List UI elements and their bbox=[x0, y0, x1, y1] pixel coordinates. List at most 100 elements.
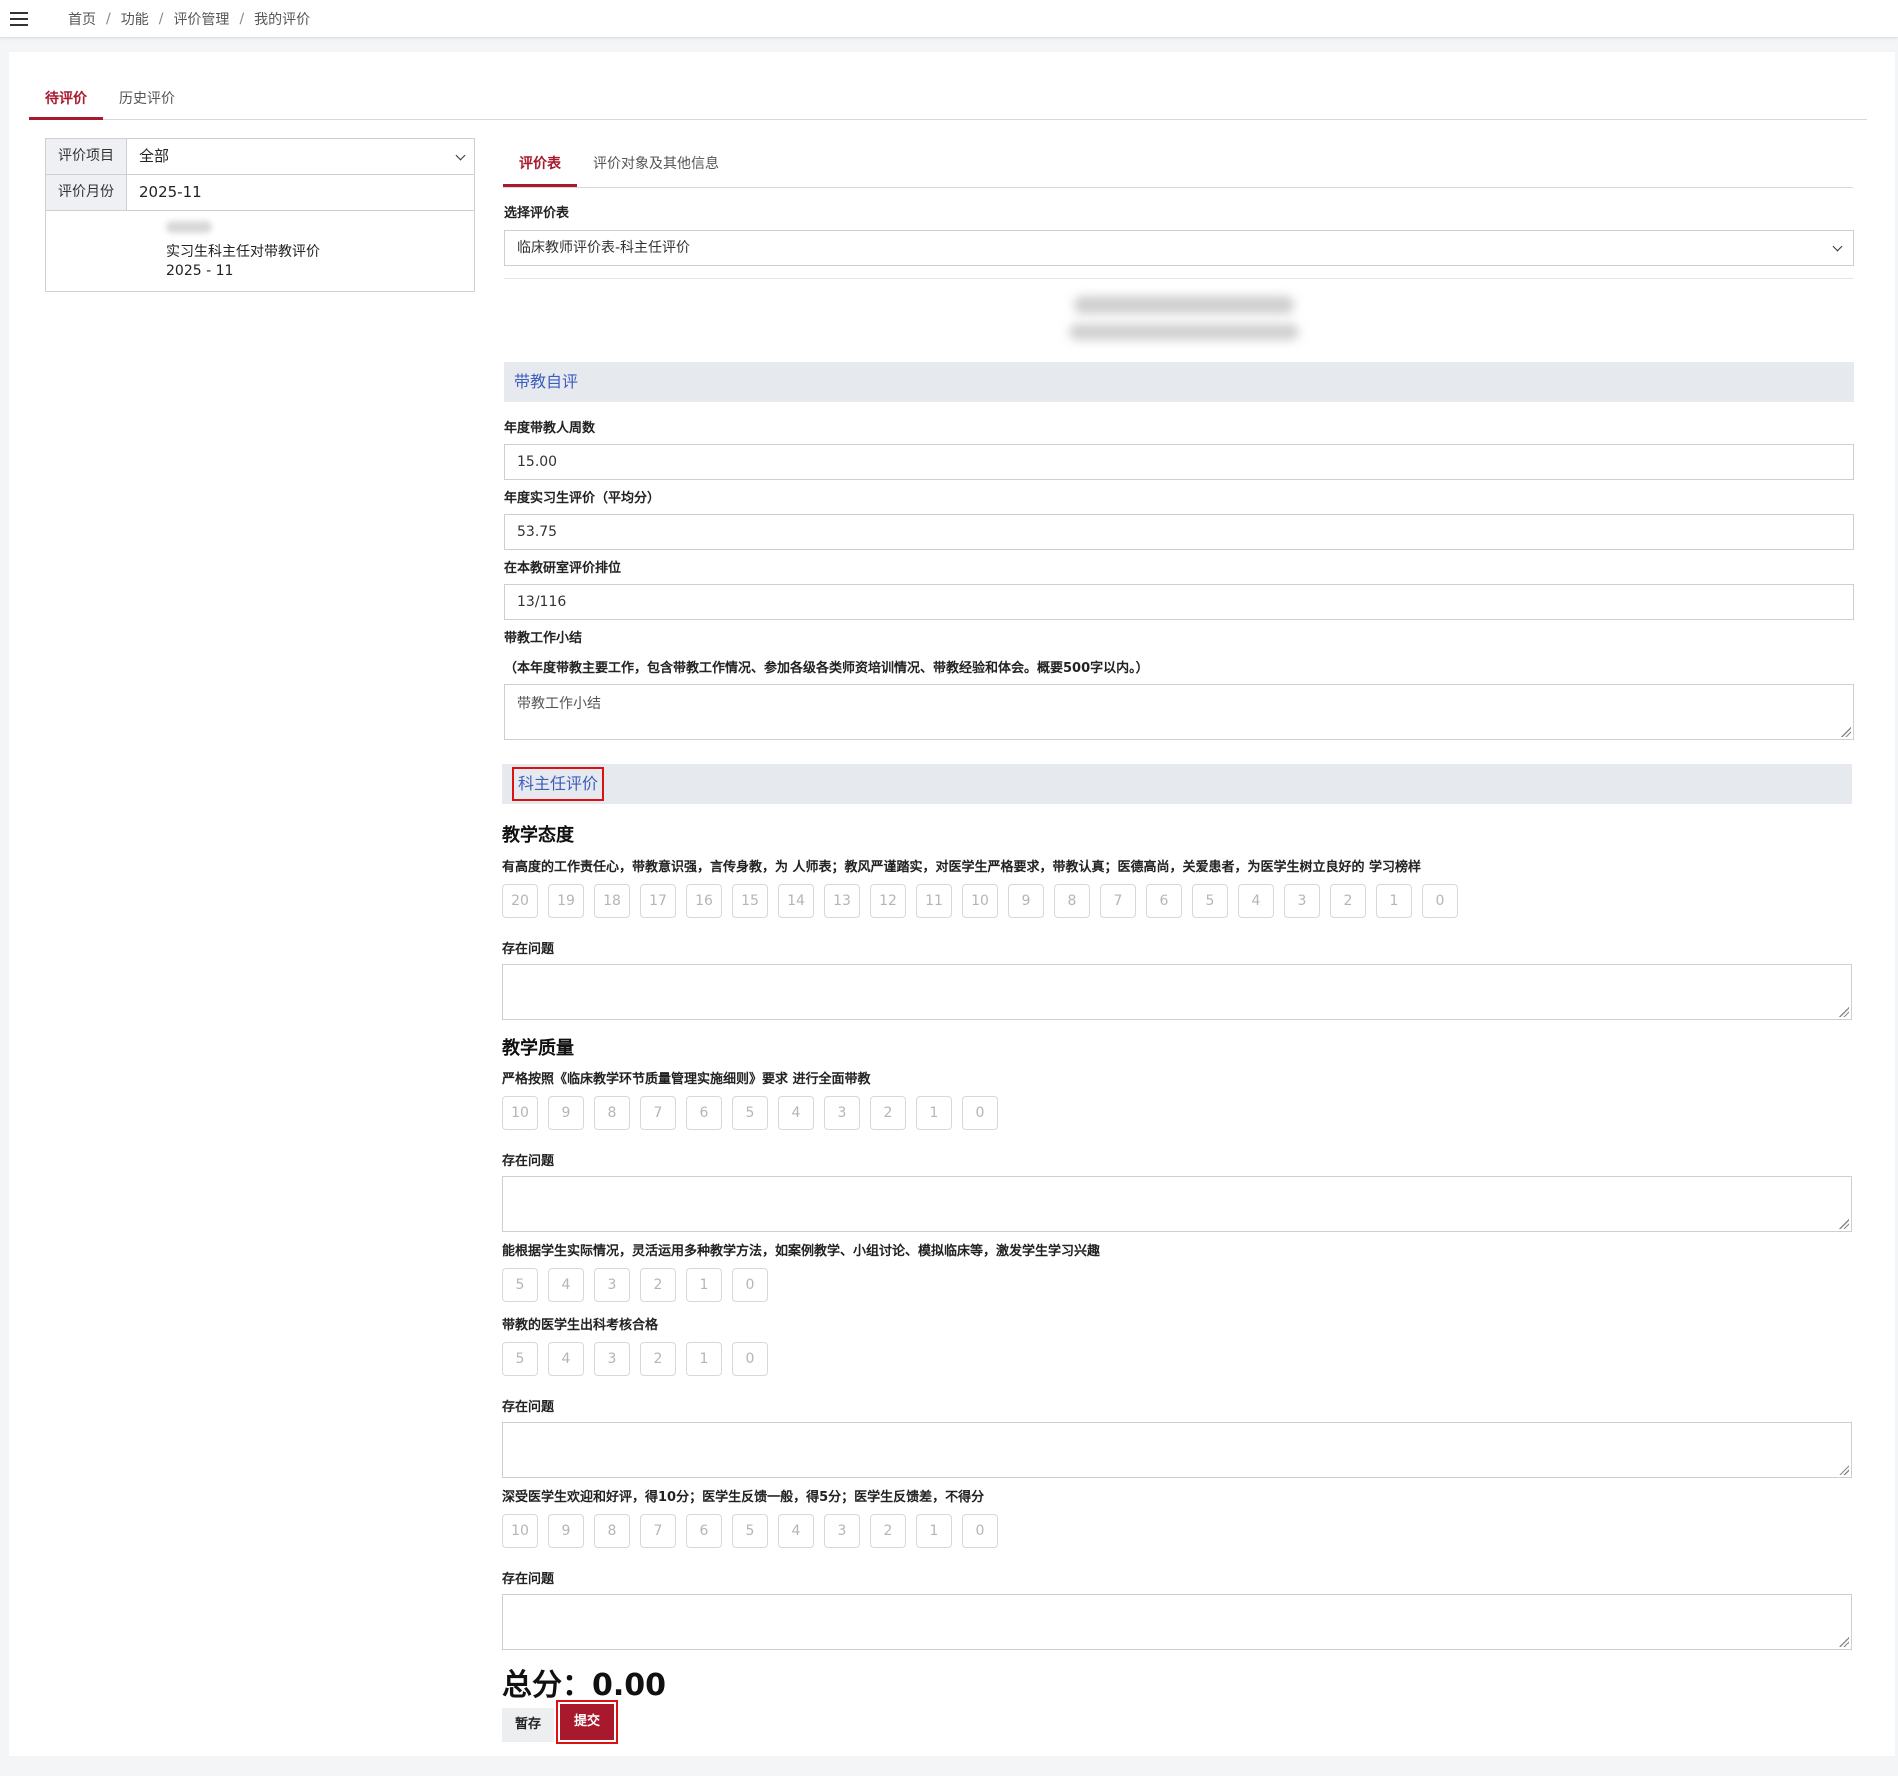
score-option[interactable]: 3 bbox=[824, 1514, 860, 1548]
score-option[interactable]: 6 bbox=[1146, 884, 1182, 918]
score-option[interactable]: 3 bbox=[594, 1342, 630, 1376]
score-option[interactable]: 19 bbox=[548, 884, 584, 918]
month-filter-label: 评价月份 bbox=[46, 175, 127, 210]
score-option[interactable]: 16 bbox=[686, 884, 722, 918]
score-option[interactable]: 7 bbox=[640, 1096, 676, 1130]
form-select[interactable]: 临床教师评价表-科主任评价 bbox=[504, 230, 1854, 266]
rank-input[interactable]: 13/116 bbox=[504, 584, 1854, 620]
score-option[interactable]: 12 bbox=[870, 884, 906, 918]
score-option[interactable]: 4 bbox=[778, 1514, 814, 1548]
criterion-desc: 带教的医学生出科考核合格 bbox=[502, 1318, 659, 1333]
score-option[interactable]: 2 bbox=[870, 1096, 906, 1130]
score-options: 10 9 8 7 6 5 4 3 2 1 0 bbox=[502, 1096, 998, 1130]
score-option[interactable]: 6 bbox=[686, 1096, 722, 1130]
score-option[interactable]: 4 bbox=[548, 1342, 584, 1376]
tab-eval-target[interactable]: 评价对象及其他信息 bbox=[577, 143, 735, 187]
score-option[interactable]: 5 bbox=[502, 1268, 538, 1302]
score-option[interactable]: 2 bbox=[1330, 884, 1366, 918]
score-option[interactable]: 9 bbox=[548, 1096, 584, 1130]
criterion-desc: 深受医学生欢迎和好评，得10分；医学生反馈一般，得5分；医学生反馈差，不得分 bbox=[502, 1490, 985, 1505]
main-tabs: 待评价 历史评价 bbox=[29, 82, 1867, 120]
score-option[interactable]: 18 bbox=[594, 884, 630, 918]
score-option[interactable]: 0 bbox=[962, 1096, 998, 1130]
score-option[interactable]: 2 bbox=[640, 1342, 676, 1376]
chevron-down-icon bbox=[1832, 241, 1843, 252]
weeks-input[interactable]: 15.00 bbox=[504, 444, 1854, 480]
score-option[interactable]: 4 bbox=[778, 1096, 814, 1130]
section-title: 科主任评价 bbox=[512, 767, 605, 801]
resize-handle-icon[interactable] bbox=[1839, 1219, 1849, 1229]
score-option[interactable]: 2 bbox=[870, 1514, 906, 1548]
score-option[interactable]: 10 bbox=[502, 1096, 538, 1130]
score-options: 543210 bbox=[502, 1268, 768, 1302]
tab-pending[interactable]: 待评价 bbox=[29, 82, 103, 120]
summary-label: 带教工作小结 bbox=[504, 631, 583, 646]
score-option[interactable]: 1 bbox=[1376, 884, 1412, 918]
save-draft-button[interactable]: 暂存 bbox=[502, 1708, 554, 1742]
issue-label: 存在问题 bbox=[502, 1400, 555, 1415]
month-filter-row: 评价月份 2025-11 bbox=[45, 174, 475, 210]
month-input[interactable]: 2025-11 bbox=[127, 175, 474, 210]
project-filter-label: 评价项目 bbox=[46, 139, 127, 174]
eval-panel: 评价表 评价对象及其他信息 bbox=[503, 138, 1853, 188]
summary-hint: （本年度带教主要工作，包含带教工作情况、参加各级各类师资培训情况、带教经验和体会… bbox=[504, 661, 1149, 676]
project-select[interactable]: 全部 bbox=[127, 139, 474, 174]
summary-textarea[interactable]: 带教工作小结 bbox=[504, 684, 1854, 740]
score-option[interactable]: 3 bbox=[594, 1268, 630, 1302]
score-option[interactable]: 1 bbox=[916, 1514, 952, 1548]
issue-textarea[interactable] bbox=[502, 1594, 1852, 1650]
issue-textarea[interactable] bbox=[502, 964, 1852, 1020]
score-option[interactable]: 8 bbox=[594, 1514, 630, 1548]
section-title: 带教自评 bbox=[514, 372, 579, 391]
score-option[interactable]: 1 bbox=[686, 1342, 722, 1376]
tab-history[interactable]: 历史评价 bbox=[103, 82, 191, 120]
score-option[interactable]: 0 bbox=[962, 1514, 998, 1548]
score-option[interactable]: 8 bbox=[1054, 884, 1090, 918]
score-option[interactable]: 8 bbox=[594, 1096, 630, 1130]
score-option[interactable]: 11 bbox=[916, 884, 952, 918]
score-option[interactable]: 5 bbox=[502, 1342, 538, 1376]
score-option[interactable]: 5 bbox=[732, 1096, 768, 1130]
score-option[interactable]: 9 bbox=[1008, 884, 1044, 918]
score-option[interactable]: 0 bbox=[732, 1342, 768, 1376]
avg-score-input[interactable]: 53.75 bbox=[504, 514, 1854, 550]
score-option[interactable]: 14 bbox=[778, 884, 814, 918]
score-option[interactable]: 10 bbox=[962, 884, 998, 918]
submit-button[interactable]: 提交 bbox=[560, 1704, 614, 1740]
score-options: 543210 bbox=[502, 1342, 768, 1376]
issue-textarea[interactable] bbox=[502, 1422, 1852, 1478]
score-option[interactable]: 10 bbox=[502, 1514, 538, 1548]
score-option[interactable]: 3 bbox=[1284, 884, 1320, 918]
score-option[interactable]: 3 bbox=[824, 1096, 860, 1130]
menu-icon[interactable] bbox=[10, 11, 28, 26]
score-option[interactable]: 4 bbox=[1238, 884, 1274, 918]
score-option[interactable]: 4 bbox=[548, 1268, 584, 1302]
score-option[interactable]: 15 bbox=[732, 884, 768, 918]
breadcrumb-function[interactable]: 功能 bbox=[121, 9, 149, 29]
resize-handle-icon[interactable] bbox=[1839, 1637, 1849, 1647]
score-option[interactable]: 20 bbox=[502, 884, 538, 918]
score-option[interactable]: 6 bbox=[686, 1514, 722, 1548]
breadcrumb-eval-mgmt[interactable]: 评价管理 bbox=[173, 9, 229, 29]
project-filter-row: 评价项目 全部 bbox=[45, 138, 475, 174]
score-option[interactable]: 7 bbox=[1100, 884, 1136, 918]
resize-handle-icon[interactable] bbox=[1839, 1007, 1849, 1017]
score-option[interactable]: 1 bbox=[686, 1268, 722, 1302]
score-option[interactable]: 5 bbox=[1192, 884, 1228, 918]
score-option[interactable]: 1 bbox=[916, 1096, 952, 1130]
score-option[interactable]: 5 bbox=[732, 1514, 768, 1548]
score-option[interactable]: 17 bbox=[640, 884, 676, 918]
score-option[interactable]: 2 bbox=[640, 1268, 676, 1302]
issue-label: 存在问题 bbox=[502, 1572, 555, 1587]
tab-eval-form[interactable]: 评价表 bbox=[503, 143, 577, 187]
score-option[interactable]: 0 bbox=[1422, 884, 1458, 918]
issue-textarea[interactable] bbox=[502, 1176, 1852, 1232]
score-option[interactable]: 13 bbox=[824, 884, 860, 918]
score-option[interactable]: 9 bbox=[548, 1514, 584, 1548]
score-option[interactable]: 0 bbox=[732, 1268, 768, 1302]
list-item[interactable]: 实习生科主任对带教评价 2025 - 11 bbox=[45, 210, 475, 292]
resize-handle-icon[interactable] bbox=[1839, 1465, 1849, 1475]
resize-handle-icon[interactable] bbox=[1841, 727, 1851, 737]
breadcrumb-home[interactable]: 首页 bbox=[68, 9, 96, 29]
score-option[interactable]: 7 bbox=[640, 1514, 676, 1548]
